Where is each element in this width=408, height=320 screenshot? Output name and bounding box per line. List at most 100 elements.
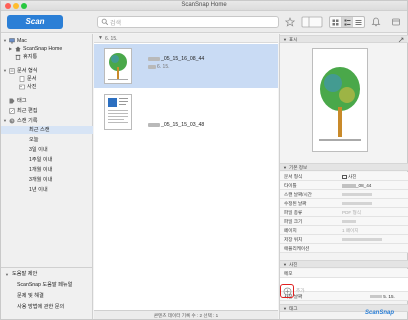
app-window: ScanSnap Home Scan 검색 ▼ Mac ▶ ScanSnap H… [0, 0, 408, 320]
sidebar-item-mac[interactable]: ▼ Mac [1, 37, 93, 45]
sidebar-item-today[interactable]: 오늘 [1, 136, 93, 144]
sidebar-item-label: 사진 [27, 84, 37, 90]
item-subtitle: 6. 15. [148, 64, 170, 70]
sidebar-item-label: 1주일 이내 [29, 157, 53, 163]
disclosure-triangle-icon[interactable]: ▼ [283, 37, 287, 42]
preview-image [312, 48, 368, 152]
sidebar-item-3-days[interactable]: 3일 이내 [1, 146, 93, 154]
prop-row-document-type[interactable]: 문서 형식 사진 [280, 172, 408, 181]
sidebar-item-scansnap-home[interactable]: ▶ ScanSnap Home [1, 45, 93, 53]
prop-row-file-size: 파일 크기 [280, 217, 408, 226]
disclosure-triangle-icon[interactable]: ▼ [283, 165, 287, 170]
prop-row-title[interactable]: 타이틀 _08_44 [280, 181, 408, 190]
disclosure-triangle-icon[interactable]: ▼ [3, 117, 7, 125]
sidebar: ▼ Mac ▶ ScanSnap Home 휴지통 ▼ 문서 형식 문서 사진 [1, 34, 93, 319]
document-icon [19, 76, 25, 82]
sidebar-item-label: 1개월 이내 [29, 167, 53, 173]
search-input[interactable]: 검색 [97, 16, 279, 28]
sidebar-item-1-week[interactable]: 1주일 이내 [1, 156, 93, 164]
sidebar-item-1-month[interactable]: 1개월 이내 [1, 166, 93, 174]
sidebar-item-3-months[interactable]: 3개월 이내 [1, 176, 93, 184]
item-name: _05_15_16_08_44 [148, 56, 204, 62]
sidebar-item-label: 최근 편집 [17, 108, 38, 114]
search-icon [101, 18, 109, 26]
preview-section-header[interactable]: ▼ 표시 [280, 35, 408, 43]
sidebar-item-label: 휴지통 [23, 54, 38, 60]
disclosure-triangle-icon[interactable]: ▼ [5, 270, 9, 279]
trash-icon [15, 54, 21, 60]
toolbar: Scan 검색 [1, 11, 407, 33]
home-icon [15, 46, 21, 52]
prop-row-file-type: 파일 종류 PDF 형식 [280, 208, 408, 217]
prop-row-application: 애플리케이션 [280, 244, 408, 253]
sidebar-toggle-icon[interactable] [301, 16, 323, 28]
sidebar-item-recent-edit[interactable]: 최근 편집 [1, 107, 93, 115]
help-link-contact[interactable]: 사용 방법에 관한 문의 [1, 303, 93, 312]
detail-list-view-icon[interactable] [353, 17, 364, 27]
star-icon[interactable] [285, 16, 295, 28]
sidebar-item-photos[interactable]: 사진 [1, 83, 93, 91]
scan-button[interactable]: Scan [7, 15, 63, 29]
sidebar-item-label: 문서 [27, 76, 37, 82]
sidebar-item-documents[interactable]: 문서 [1, 75, 93, 83]
disclosure-triangle-icon[interactable]: ▼ [3, 67, 7, 75]
prop-row-memo[interactable]: 메모 [280, 269, 408, 278]
sidebar-item-label: 3개월 이내 [29, 177, 53, 183]
view-mode-selector[interactable] [329, 16, 365, 28]
basic-info-section-header[interactable]: ▼ 기본 정보 [280, 163, 408, 171]
prop-row-scan-datetime: 스캔 날짜/시간 [280, 190, 408, 199]
help-header[interactable]: ▼ 도움말 제안 [1, 270, 93, 279]
sidebar-item-label: 태그 [17, 98, 27, 104]
notification-icon[interactable] [371, 16, 381, 28]
list-view-icon[interactable] [341, 17, 354, 27]
prop-row-modified-date: 수정된 날짜 [280, 199, 408, 208]
sidebar-item-label: 최근 스캔 [29, 127, 50, 133]
settings-icon[interactable] [391, 16, 401, 28]
sidebar-item-document-type[interactable]: ▼ 문서 형식 [1, 67, 93, 75]
help-link-troubleshooting[interactable]: 문제 및 해결 [1, 292, 93, 301]
photo-icon [342, 174, 347, 179]
disclosure-triangle-icon[interactable]: ▼ [3, 37, 7, 45]
photo-icon [19, 84, 25, 90]
sidebar-item-label: Mac [17, 38, 27, 44]
help-panel: ▼ 도움말 제안 ScanSnap 도움말 페뉴얼 문제 및 해결 사용 방법에… [1, 267, 93, 310]
disclosure-triangle-icon[interactable]: ▶ [9, 45, 12, 53]
sidebar-item-scan-history[interactable]: ▼ 스캔 기록 [1, 117, 93, 125]
plus-circle-icon [283, 287, 291, 295]
item-name: _05_15_15_03_48 [148, 122, 204, 128]
list-item[interactable]: _05_15_15_03_48 [94, 90, 278, 134]
disclosure-triangle-icon[interactable]: ▼ [283, 306, 287, 311]
sidebar-item-label: ScanSnap Home [23, 46, 63, 52]
recent-edit-icon [9, 108, 15, 114]
sidebar-item-tags[interactable]: 태그 [1, 97, 93, 105]
item-thumbnail [104, 48, 132, 84]
sidebar-item-trash[interactable]: 휴지통 [1, 53, 93, 61]
thumbnail-view-icon[interactable] [330, 17, 342, 27]
list-group-header[interactable]: ▼ 6. 15. [94, 34, 278, 43]
content-list: ▼ 6. 15. _05_15_16_08_44 6. 15. _05_15_1… [94, 34, 278, 310]
photo-section-header[interactable]: ▼ 사진 [280, 260, 408, 268]
detail-pane: ▼ 표시 ▼ 기본 정보 문서 형식 사진 타이틀 _08_44 스캔 날짜/시… [279, 34, 408, 319]
list-group-date: 6. 15. [105, 36, 118, 42]
help-header-label: 도움말 제안 [12, 271, 38, 277]
sidebar-item-label: 1년 이내 [29, 187, 48, 193]
sidebar-item-label: 3일 이내 [29, 147, 48, 153]
add-tag-label: 추가 [296, 288, 305, 293]
prop-row-save-location: 저장 위치 [280, 235, 408, 244]
scan-history-icon [9, 118, 15, 124]
disclosure-triangle-icon[interactable]: ▼ [98, 35, 103, 41]
tag-icon [9, 98, 15, 104]
expand-icon[interactable] [398, 37, 404, 43]
sidebar-item-label: 오늘 [29, 137, 39, 143]
window-title: ScanSnap Home [181, 2, 227, 8]
scansnap-logo: ScanSnap [365, 310, 395, 316]
status-bar: 콘텐츠 데이터 기록 수 : 2 선택 : 1 [94, 310, 278, 319]
add-tag-button[interactable] [280, 284, 294, 298]
prop-row-pages: 페이지 1 페이지 [280, 226, 408, 235]
help-link-manual[interactable]: ScanSnap 도움말 페뉴얼 [1, 281, 93, 290]
list-item[interactable]: _05_15_16_08_44 6. 15. [94, 44, 278, 88]
sidebar-item-label: 스캔 기록 [17, 118, 38, 124]
sidebar-item-1-year[interactable]: 1년 이내 [1, 186, 93, 194]
sidebar-item-recent-scan[interactable]: 최근 스캔 [1, 126, 93, 134]
disclosure-triangle-icon[interactable]: ▼ [283, 262, 287, 267]
